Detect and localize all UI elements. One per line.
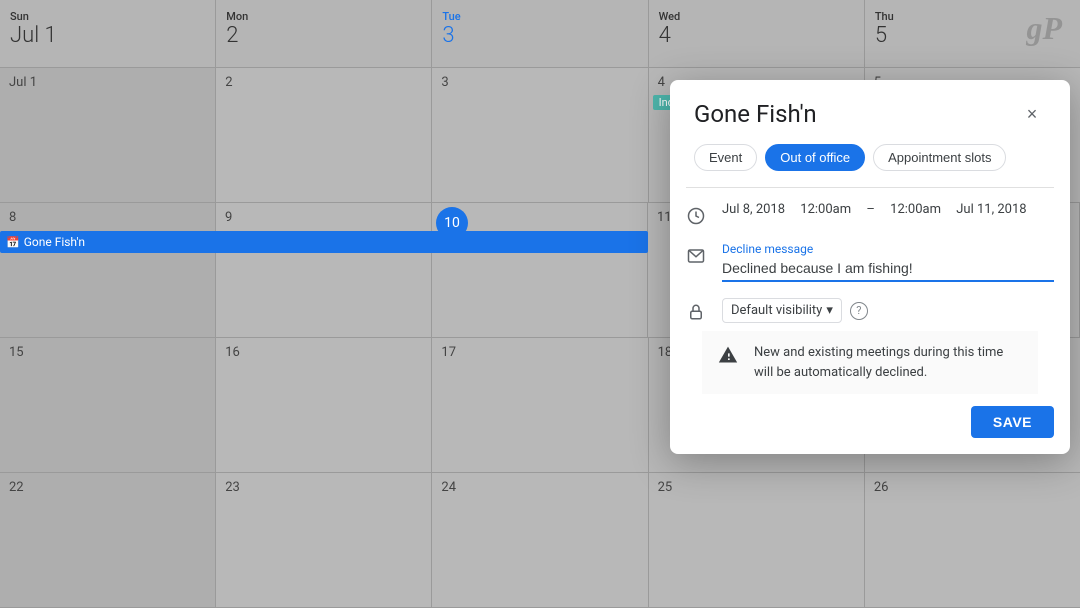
lock-icon — [686, 302, 706, 322]
modal-title: Gone Fish'n — [694, 100, 817, 128]
decline-content: Decline message — [722, 242, 1054, 282]
warning-text: New and existing meetings during this ti… — [754, 343, 1022, 382]
date-time-row: Jul 8, 2018 12:00am – 12:00am Jul 11, 20… — [670, 188, 1070, 234]
calendar-wrapper: Sun Jul 1 Mon 2 Tue 3 Wed 4 Thu 5 gP Ju — [0, 0, 1080, 608]
dash: – — [866, 202, 875, 217]
tab-appointment-slots[interactable]: Appointment slots — [873, 144, 1006, 171]
visibility-label: Default visibility — [731, 303, 822, 318]
warning-icon — [718, 345, 738, 370]
clock-icon — [686, 206, 706, 226]
email-icon — [686, 246, 706, 266]
tab-event[interactable]: Event — [694, 144, 757, 171]
save-button[interactable]: SAVE — [971, 406, 1054, 438]
modal-overlay: Gone Fish'n × Event Out of office Appoin… — [0, 0, 1080, 608]
close-button[interactable]: × — [1018, 100, 1046, 128]
start-time: 12:00am — [800, 202, 851, 217]
event-modal: Gone Fish'n × Event Out of office Appoin… — [670, 80, 1070, 454]
visibility-content: Default visibility ▾ ? — [722, 298, 1054, 323]
help-icon[interactable]: ? — [850, 302, 868, 320]
end-time: 12:00am — [890, 202, 941, 217]
chevron-down-icon: ▾ — [826, 303, 833, 318]
modal-header: Gone Fish'n × — [670, 80, 1070, 136]
decline-input[interactable] — [722, 258, 1054, 282]
end-date: Jul 11, 2018 — [956, 202, 1026, 217]
tab-row: Event Out of office Appointment slots — [670, 136, 1070, 187]
visibility-row: Default visibility ▾ ? — [670, 290, 1070, 331]
start-date: Jul 8, 2018 — [722, 202, 785, 217]
warning-section: New and existing meetings during this ti… — [670, 331, 1070, 394]
warning-row: New and existing meetings during this ti… — [702, 331, 1038, 394]
decline-label: Decline message — [722, 242, 1054, 256]
modal-footer: SAVE — [670, 394, 1070, 454]
decline-message-row: Decline message — [670, 234, 1070, 290]
date-time-content: Jul 8, 2018 12:00am – 12:00am Jul 11, 20… — [722, 202, 1054, 217]
tab-out-of-office[interactable]: Out of office — [765, 144, 865, 171]
visibility-select[interactable]: Default visibility ▾ — [722, 298, 842, 323]
